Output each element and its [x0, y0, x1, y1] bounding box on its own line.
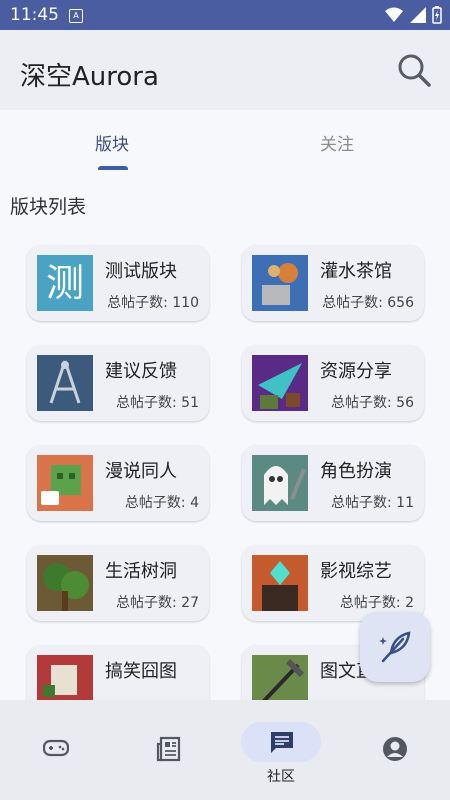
board-name: 灌水茶馆 — [320, 261, 392, 282]
roleplay-thumbnail — [252, 455, 308, 511]
board-card[interactable]: 测 测试版块 总帖子数: 110 — [27, 245, 209, 321]
tab-following[interactable]: 关注 — [277, 130, 397, 155]
signal-icon — [410, 7, 426, 23]
svg-text:测: 测 — [46, 261, 84, 305]
board-card[interactable]: 影视综艺 总帖子数: 2 — [242, 545, 424, 621]
board-card[interactable]: 建议反馈 总帖子数: 51 — [27, 345, 209, 421]
search-icon[interactable] — [396, 52, 432, 88]
board-name: 漫说同人 — [105, 461, 177, 482]
board-post-count: 总帖子数: 11 — [331, 495, 414, 511]
battery-icon — [432, 6, 442, 24]
nav-community-label: 社区 — [267, 769, 295, 785]
news-icon — [156, 736, 181, 762]
gamepad-icon — [43, 739, 69, 757]
wifi-icon — [385, 7, 403, 22]
board-name: 影视综艺 — [320, 561, 392, 582]
nav-games[interactable] — [15, 722, 95, 782]
section-title: 版块列表 — [10, 196, 87, 218]
board-post-count: 总帖子数: 4 — [124, 495, 199, 511]
board-card[interactable]: 漫说同人 总帖子数: 4 — [27, 445, 209, 521]
board-card[interactable]: 灌水茶馆 总帖子数: 656 — [242, 245, 424, 321]
board-name: 建议反馈 — [105, 361, 177, 382]
forum-icon — [271, 732, 293, 753]
test-board-thumbnail: 测 — [37, 255, 93, 311]
board-card[interactable]: 资源分享 总帖子数: 56 — [242, 345, 424, 421]
board-name: 资源分享 — [320, 361, 392, 382]
board-name: 生活树洞 — [105, 561, 177, 582]
notification-icon: A — [69, 9, 83, 23]
board-name: 搞笑囧图 — [105, 661, 177, 682]
board-post-count: 总帖子数: 56 — [331, 395, 414, 411]
board-post-count: 总帖子数: 2 — [339, 595, 414, 611]
account-icon — [383, 737, 407, 761]
tab-indicator — [98, 166, 128, 170]
board-name: 测试版块 — [105, 261, 177, 282]
board-post-count: 总帖子数: 656 — [322, 295, 414, 311]
board-card[interactable]: 搞笑囧图 — [27, 645, 209, 700]
app-bar: 深空Aurora — [0, 30, 450, 110]
media-thumbnail — [252, 555, 308, 611]
status-bar: 11:45 A — [0, 0, 450, 30]
status-icons — [384, 6, 442, 24]
nav-news[interactable] — [128, 722, 208, 782]
teahouse-thumbnail — [252, 255, 308, 311]
board-post-count: 总帖子数: 27 — [116, 595, 199, 611]
feather-pen-icon — [379, 631, 411, 663]
board-card[interactable]: 角色扮演 总帖子数: 11 — [242, 445, 424, 521]
board-post-count: 总帖子数: 51 — [116, 395, 199, 411]
nav-community[interactable]: 社区 — [241, 722, 321, 785]
bottom-navigation: 社区 — [0, 700, 450, 800]
life-thumbnail — [37, 555, 93, 611]
status-time: 11:45 — [10, 5, 59, 25]
tab-boards[interactable]: 版块 — [52, 130, 172, 155]
feedback-thumbnail — [37, 355, 93, 411]
tab-bar: 版块 关注 — [0, 110, 450, 170]
funny-thumbnail — [37, 655, 93, 700]
resources-thumbnail — [252, 355, 308, 411]
board-card[interactable]: 生活树洞 总帖子数: 27 — [27, 545, 209, 621]
new-post-button[interactable] — [360, 612, 430, 682]
picture-thumbnail — [252, 655, 308, 700]
nav-account[interactable] — [354, 722, 434, 782]
board-post-count: 总帖子数: 110 — [107, 295, 199, 311]
board-name: 角色扮演 — [320, 461, 392, 482]
app-title: 深空Aurora — [20, 62, 159, 92]
fanwork-thumbnail — [37, 455, 93, 511]
